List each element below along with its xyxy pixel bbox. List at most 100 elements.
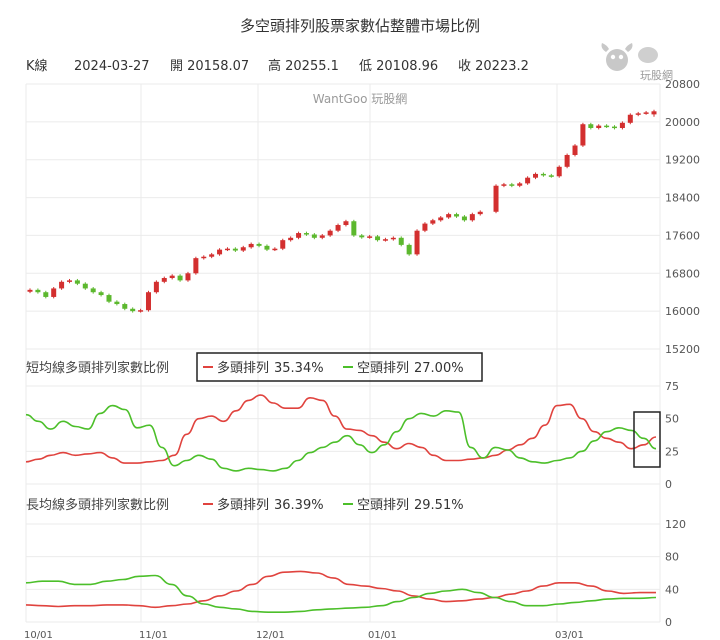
candle-body-75 — [619, 122, 625, 129]
candle-body-30 — [264, 245, 270, 250]
candle-body-36 — [311, 234, 317, 238]
candle-body-41 — [351, 221, 357, 236]
candle-body-43 — [367, 236, 373, 238]
candle-body-14 — [138, 310, 144, 312]
short-ytick-3: 75 — [665, 380, 679, 393]
candle-body-11 — [114, 301, 120, 305]
candle-body-78 — [643, 112, 649, 114]
candle-body-57 — [477, 211, 483, 215]
short-legend-bear-name: 空頭排列 — [357, 361, 409, 376]
candle-body-13 — [130, 308, 136, 312]
candle-body-71 — [588, 124, 594, 129]
candle-body-1 — [35, 289, 41, 293]
brand-logo-icon: 玩股網 — [601, 43, 673, 82]
candle-body-8 — [90, 288, 96, 293]
info-close: 收 20223.2 — [458, 59, 529, 74]
candle-body-21 — [193, 258, 199, 274]
candle-body-9 — [98, 292, 104, 296]
long-ytick-1: 40 — [665, 583, 679, 596]
candle-body-16 — [153, 281, 159, 293]
candle-body-56 — [469, 214, 475, 221]
candle-body-70 — [580, 124, 586, 146]
info-open: 開 20158.07 — [170, 59, 249, 74]
short-ytick-1: 25 — [665, 445, 679, 458]
candle-body-63 — [525, 177, 531, 184]
candle-body-51 — [430, 220, 436, 224]
long-ytick-3: 120 — [665, 518, 686, 531]
candle-body-54 — [454, 214, 460, 217]
candle-body-52 — [438, 217, 444, 221]
price-ytick-1: 16000 — [665, 305, 700, 318]
candle-body-50 — [422, 223, 428, 231]
candle-body-37 — [319, 235, 325, 238]
candle-body-68 — [564, 154, 570, 167]
short-legend-bear-value: 27.00% — [414, 361, 464, 376]
long-legend-bear-name: 空頭排列 — [357, 498, 409, 513]
candle-body-49 — [414, 230, 420, 255]
long-ytick-0: 0 — [665, 616, 672, 629]
candle-body-29 — [256, 243, 262, 246]
long-legend-bull-name: 多頭排列 — [217, 497, 269, 513]
price-candles — [27, 109, 657, 313]
xtick-2: 12/01 — [256, 630, 285, 640]
xtick-4: 03/01 — [555, 630, 584, 640]
candle-body-65 — [540, 173, 546, 176]
candle-body-4 — [59, 281, 65, 289]
info-date: 2024-03-27 — [74, 59, 150, 74]
candle-body-3 — [51, 288, 57, 297]
candle-body-33 — [288, 237, 294, 241]
short-series-bull-line — [25, 394, 657, 464]
short-legend-bull-value: 35.34% — [274, 361, 324, 376]
candle-body-20 — [185, 273, 191, 281]
candle-body-18 — [169, 275, 175, 279]
long-ytick-2: 80 — [665, 551, 679, 564]
candle-body-72 — [596, 125, 602, 129]
axis-ticks: 15200 16000 16800 17600 18400 19200 20000 20800… — [24, 78, 700, 640]
candle-body-53 — [446, 214, 452, 218]
price-ytick-0: 15200 — [665, 343, 700, 356]
candle-body-73 — [604, 125, 610, 128]
candle-body-39 — [335, 225, 341, 231]
candle-body-42 — [359, 235, 365, 238]
candle-body-62 — [517, 183, 523, 186]
candle-body-40 — [343, 221, 349, 226]
watermark: WantGoo 玩股網 — [313, 92, 408, 106]
price-ytick-3: 17600 — [665, 229, 700, 242]
candle-body-23 — [209, 254, 215, 257]
price-ytick-4: 18400 — [665, 192, 700, 205]
candle-body-79 — [651, 111, 657, 115]
candle-body-61 — [509, 184, 515, 186]
candle-body-46 — [390, 237, 396, 240]
price-ytick-7: 20800 — [665, 78, 700, 91]
candle-body-45 — [382, 239, 388, 241]
short-panel-title: 短均線多頭排列家數比例 — [26, 360, 169, 376]
xtick-1: 11/01 — [139, 630, 168, 640]
candle-body-15 — [145, 292, 151, 311]
candle-body-44 — [375, 236, 381, 241]
price-ytick-2: 16800 — [665, 267, 700, 280]
xtick-0: 10/01 — [24, 630, 53, 640]
short-legend-bull-name: 多頭排列 — [217, 360, 269, 376]
candle-body-19 — [177, 275, 183, 281]
long-legend-bull-value: 36.39% — [274, 498, 324, 513]
candle-body-74 — [612, 126, 618, 129]
candle-body-38 — [327, 230, 333, 236]
candle-body-26 — [232, 248, 238, 251]
candle-body-17 — [161, 278, 167, 282]
candle-body-47 — [398, 237, 404, 245]
candle-body-59 — [493, 185, 499, 212]
candle-body-77 — [635, 113, 641, 115]
candle-body-64 — [533, 173, 539, 178]
candle-body-27 — [240, 247, 246, 251]
candle-body-7 — [82, 283, 88, 289]
short-ytick-0: 0 — [665, 478, 672, 491]
candle-body-48 — [406, 244, 412, 255]
candle-body-24 — [217, 249, 223, 255]
info-low: 低 20108.96 — [359, 59, 438, 74]
candle-body-28 — [248, 243, 254, 248]
candle-body-6 — [74, 280, 80, 284]
info-high: 高 20255.1 — [268, 58, 339, 74]
candle-body-31 — [272, 248, 278, 251]
long-legend-bear-value: 29.51% — [414, 498, 464, 513]
candle-body-25 — [224, 248, 230, 251]
